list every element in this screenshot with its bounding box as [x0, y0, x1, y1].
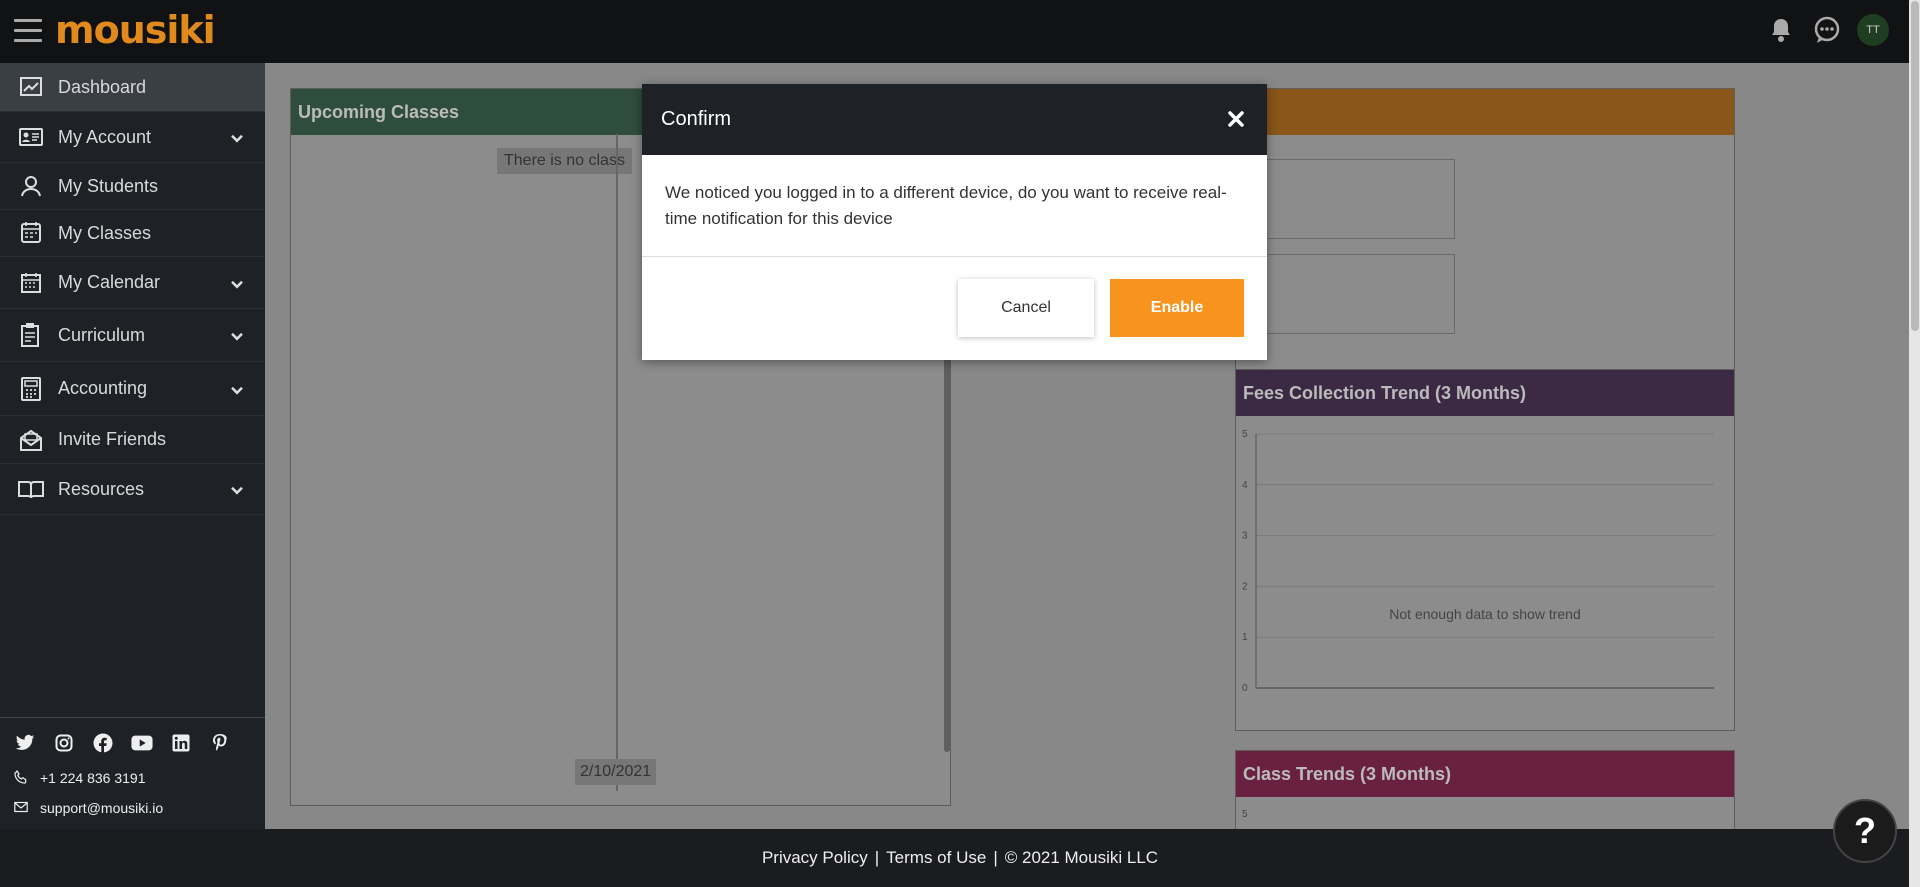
page-scrollbar[interactable] — [1909, 0, 1920, 887]
footer-separator: | — [993, 848, 998, 867]
date-label: 2/10/2021 — [575, 759, 657, 785]
panel-title: Class Trends (3 Months) — [1236, 751, 1734, 797]
sidebar-item-label: My Classes — [58, 222, 152, 243]
terms-of-use-link[interactable]: Terms of Use — [886, 848, 986, 868]
panel-title: Fees Collection Trend (3 Months) — [1236, 370, 1734, 416]
menu-icon[interactable] — [14, 19, 42, 43]
sidebar-footer: +1 224 836 3191 support@mousiki.io — [0, 717, 265, 829]
chevron-down-icon[interactable] — [231, 381, 243, 399]
sidebar-item-label: My Account — [58, 126, 152, 147]
panel-title — [1236, 89, 1734, 135]
facebook-icon[interactable] — [92, 732, 114, 754]
copyright-text: © 2021 Mousiki LLC — [1004, 848, 1159, 867]
sidebar-item-label: Invite Friends — [58, 429, 167, 449]
y-tick-label: 5 — [1242, 809, 1248, 820]
logo[interactable]: mousiki — [55, 8, 216, 52]
sidebar-item-label: Resources — [58, 478, 145, 499]
no-class-message: There is no class — [497, 148, 632, 174]
sidebar-item-curriculum[interactable]: Curriculum — [0, 309, 265, 362]
phone-contact: +1 224 836 3191 — [14, 766, 251, 790]
calculator-icon — [18, 376, 44, 402]
sidebar-item-label: Curriculum — [58, 324, 146, 345]
envelope-open-icon — [18, 427, 44, 453]
book-icon — [18, 476, 44, 502]
confirm-dialog: Confirm We noticed you logged in to a di… — [642, 84, 1267, 360]
pinterest-icon[interactable] — [209, 732, 231, 754]
dialog-title: Confirm — [661, 108, 732, 130]
cancel-button[interactable]: Cancel — [958, 279, 1094, 337]
dialog-message: We noticed you logged in to a different … — [642, 155, 1267, 257]
chevron-down-icon[interactable] — [231, 328, 243, 346]
sidebar-item-resources[interactable]: Resources — [0, 464, 265, 515]
social-links — [14, 732, 251, 754]
chat-icon[interactable] — [1811, 14, 1843, 46]
sidebar: Dashboard My Account My Students My Classes… — [0, 63, 265, 829]
y-tick-label: 5 — [1242, 429, 1248, 440]
chart-empty-message: Not enough data to show trend — [1389, 606, 1581, 622]
dialog-actions: Cancel Enable — [958, 279, 1244, 337]
chevron-down-icon[interactable] — [231, 482, 243, 500]
clipboard-icon — [18, 322, 44, 348]
y-tick-label: 2 — [1242, 581, 1248, 592]
chevron-down-icon[interactable] — [231, 275, 243, 293]
scrollbar-thumb[interactable] — [1911, 1, 1919, 331]
privacy-policy-link[interactable]: Privacy Policy — [762, 848, 868, 868]
twitter-icon[interactable] — [14, 732, 36, 754]
sidebar-item-my-calendar[interactable]: My Calendar — [0, 257, 265, 309]
instagram-icon[interactable] — [53, 732, 75, 754]
y-tick-label: 1 — [1242, 632, 1248, 643]
enable-button[interactable]: Enable — [1110, 279, 1244, 337]
sidebar-item-invite-friends[interactable]: Invite Friends — [0, 416, 265, 464]
sidebar-item-my-classes[interactable]: My Classes — [0, 210, 265, 257]
sidebar-item-label: My Students — [58, 175, 159, 196]
calendar-classes-icon — [18, 220, 44, 246]
bell-icon[interactable] — [1765, 14, 1797, 46]
close-icon[interactable] — [1225, 108, 1247, 130]
youtube-icon[interactable] — [131, 732, 153, 754]
top-actions: TT — [1765, 14, 1889, 46]
chevron-down-icon[interactable] — [231, 130, 243, 148]
y-tick-label: 4 — [1242, 480, 1248, 491]
sidebar-item-my-account[interactable]: My Account — [0, 112, 265, 163]
calendar-icon — [18, 270, 44, 296]
email-contact: support@mousiki.io — [14, 796, 251, 820]
top-bar: mousiki TT — [0, 0, 1909, 63]
fees-trend-panel: Fees Collection Trend (3 Months) 5 4 3 2 1 0 … — [1235, 369, 1735, 731]
sidebar-item-label: Accounting — [58, 378, 148, 398]
y-tick-label: 0 — [1242, 683, 1248, 694]
fees-chart: 5 4 3 2 1 0 Not enough data to show trend — [1236, 416, 1734, 726]
phone-number[interactable]: +1 224 836 3191 — [40, 770, 146, 786]
sidebar-item-label: Dashboard — [58, 76, 147, 97]
mail-icon — [14, 800, 28, 816]
user-icon — [18, 173, 44, 199]
sidebar-item-label: My Calendar — [58, 272, 161, 292]
page-footer: Privacy Policy | Terms of Use | © 2021 M… — [0, 829, 1920, 887]
linkedin-icon[interactable] — [170, 732, 192, 754]
help-button[interactable]: ? — [1833, 799, 1897, 863]
phone-icon — [14, 769, 28, 787]
timeline-divider — [616, 134, 618, 791]
y-tick-label: 3 — [1242, 531, 1248, 542]
avatar[interactable]: TT — [1857, 14, 1889, 46]
sidebar-item-my-students[interactable]: My Students — [0, 163, 265, 210]
sidebar-item-dashboard[interactable]: Dashboard — [0, 63, 265, 112]
id-card-icon — [18, 124, 44, 150]
dialog-header: Confirm — [642, 84, 1267, 155]
sidebar-item-accounting[interactable]: Accounting — [0, 362, 265, 416]
email-address[interactable]: support@mousiki.io — [40, 800, 163, 816]
footer-separator: | — [874, 848, 880, 867]
chart-icon — [18, 74, 44, 100]
